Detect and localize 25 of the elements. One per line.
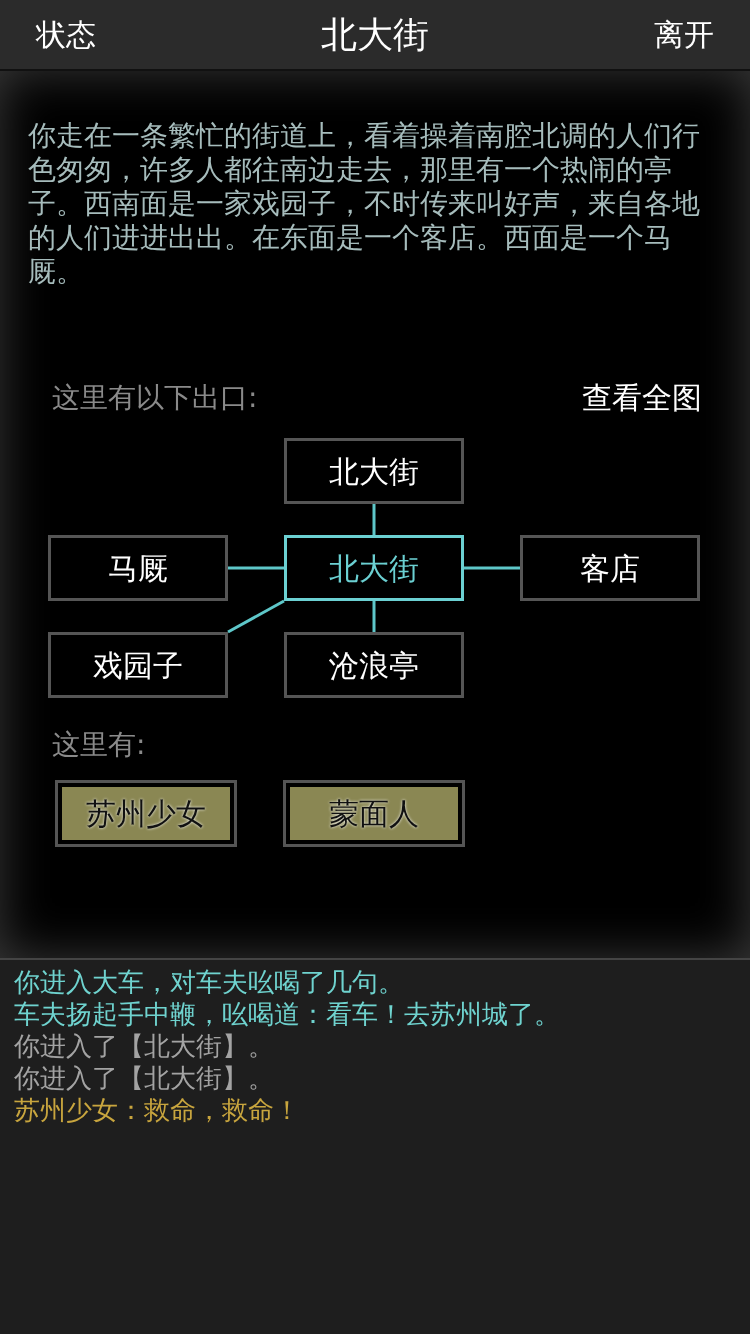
npc-button[interactable]: 苏州少女 (55, 780, 237, 847)
map-room[interactable]: 沧浪亭 (284, 632, 464, 698)
map-room[interactable]: 戏园子 (48, 632, 228, 698)
npc-button[interactable]: 蒙面人 (283, 780, 465, 847)
connector-line (372, 601, 376, 632)
connector-line (464, 566, 520, 570)
map-room[interactable]: 客店 (520, 535, 700, 601)
page-title: 北大街 (321, 12, 429, 57)
map-room[interactable]: 北大街 (284, 438, 464, 504)
connector-line (228, 566, 284, 570)
exits-label: 这里有以下出口: (52, 379, 258, 416)
npcs-label: 这里有: (52, 727, 146, 763)
log-line: 你进入了【北大街】。 (14, 1062, 274, 1094)
status-button[interactable]: 状态 (36, 12, 96, 57)
log-line: 你进入大车，对车夫吆喝了几句。 (14, 966, 404, 998)
map-room[interactable]: 马厩 (48, 535, 228, 601)
log-line: 苏州少女：救命，救命！ (14, 1094, 300, 1126)
leave-button[interactable]: 离开 (654, 12, 714, 57)
map-room[interactable]: 北大街 (284, 535, 464, 601)
log-line: 你进入了【北大街】。 (14, 1030, 274, 1062)
room-description: 你走在一条繁忙的街道上，看着操着南腔北调的人们行色匆匆，许多人都往南边走去，那里有一个热闹的亭子。西南面是一家戏园子，不时传来叫好声，来自各地的人们进进出出。在东面是一个客店。西面是一个马厩。 (28, 119, 701, 289)
connector-line (227, 599, 285, 634)
full-map-link[interactable]: 查看全图 (582, 375, 702, 420)
connector-line (372, 504, 376, 535)
log-line: 车夫扬起手中鞭，吆喝道：看车！去苏州城了。 (14, 998, 560, 1030)
